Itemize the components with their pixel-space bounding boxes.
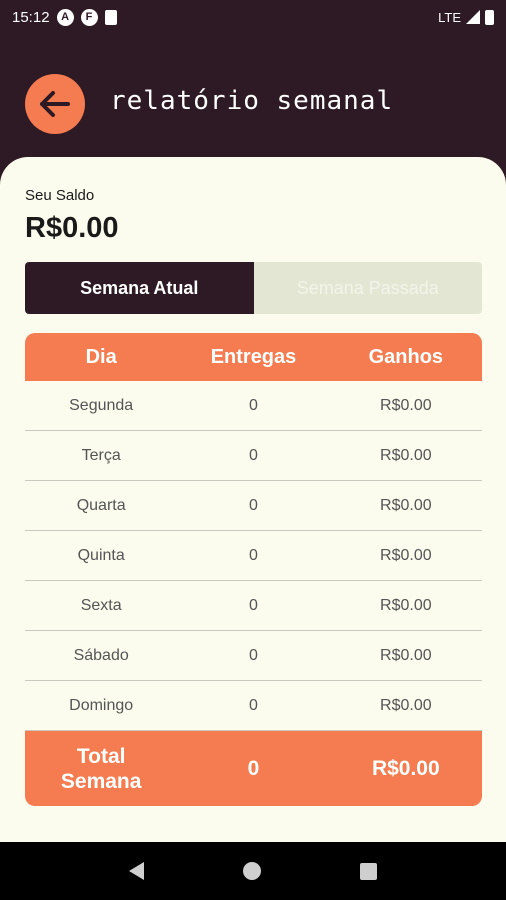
row-earnings: R$0.00 [380,646,432,664]
row-day: Segunda [69,396,134,414]
status-bar: 15:12 A F LTE [0,0,506,34]
tab-last-week[interactable]: Semana Passada [253,262,482,314]
back-button[interactable] [25,74,85,134]
report-card: Seu Saldo R$0.00 Semana Atual Semana Pas… [0,157,506,842]
weekly-table: Dia Entregas Ganhos Segunda 0 R$0.00 Ter… [25,333,482,806]
arrow-left-icon [40,91,70,117]
row-earnings: R$0.00 [380,496,432,514]
row-day: Quarta [76,496,126,514]
header-day: Dia [85,345,117,368]
signal-icon [466,10,480,24]
page-title: relatório semanal [110,86,394,116]
tab-current-week[interactable]: Semana Atual [25,262,254,314]
nav-home-icon[interactable] [242,862,261,880]
row-earnings: R$0.00 [380,546,432,564]
nav-recents-icon[interactable] [359,862,377,880]
row-deliveries: 0 [249,496,258,514]
total-deliveries: 0 [247,756,260,780]
table-row: Sexta 0 R$0.00 [25,581,482,631]
row-deliveries: 0 [249,446,258,464]
table-header: Dia Entregas Ganhos [25,333,482,381]
row-day: Quinta [77,546,125,564]
row-deliveries: 0 [249,596,258,614]
network-type: LTE [438,9,461,25]
battery-icon [485,9,494,25]
row-deliveries: 0 [249,396,258,414]
balance-value: R$0.00 [25,212,119,244]
total-label: Total Semana [25,744,177,794]
table-row: Terça 0 R$0.00 [25,431,482,481]
table-row: Domingo 0 R$0.00 [25,681,482,731]
row-day: Sábado [73,646,129,664]
row-day: Sexta [80,596,122,614]
total-earnings: R$0.00 [371,756,440,780]
header-deliveries: Entregas [210,345,297,368]
a-icon: A [56,8,74,26]
row-day: Terça [81,446,121,464]
sd-card-icon [104,9,117,25]
table-row: Sábado 0 R$0.00 [25,631,482,681]
row-earnings: R$0.00 [380,396,432,414]
row-day: Domingo [69,696,134,714]
nav-back-icon[interactable] [129,862,145,880]
row-earnings: R$0.00 [380,596,432,614]
app-header: relatório semanal [0,34,506,174]
row-deliveries: 0 [249,546,258,564]
table-row: Quarta 0 R$0.00 [25,481,482,531]
status-time: 15:12 [12,8,50,26]
row-deliveries: 0 [249,696,258,714]
total-label-line2: Semana [60,769,142,793]
row-earnings: R$0.00 [380,696,432,714]
table-footer: Total Semana 0 R$0.00 [25,731,482,806]
row-deliveries: 0 [249,646,258,664]
system-nav-bar [0,842,506,900]
table-row: Segunda 0 R$0.00 [25,381,482,431]
total-label-line1: Total [76,744,126,768]
header-earnings: Ganhos [368,345,444,368]
balance-label: Seu Saldo [25,187,95,204]
week-tabs: Semana Atual Semana Passada [25,262,482,314]
table-row: Quinta 0 R$0.00 [25,531,482,581]
row-earnings: R$0.00 [380,446,432,464]
f-icon: F [80,8,98,26]
